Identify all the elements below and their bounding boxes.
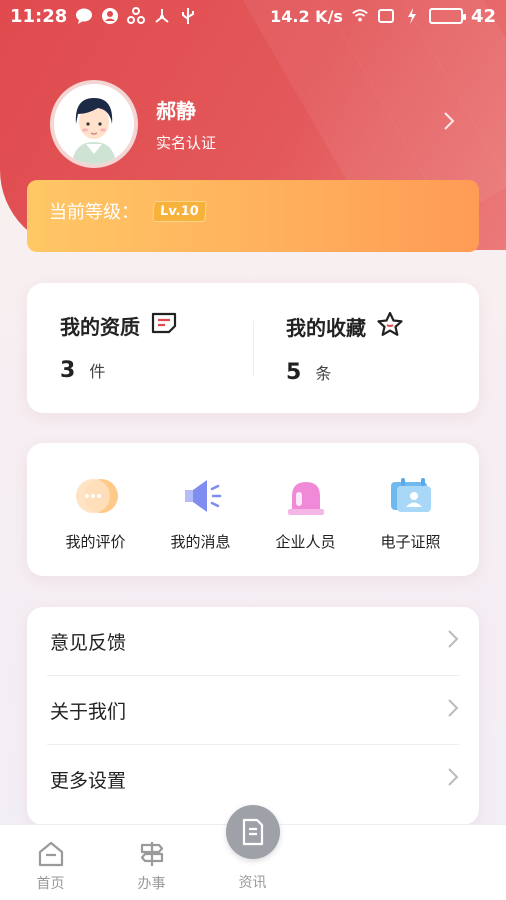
my-qualification[interactable]: 我的资质 3 件 bbox=[27, 283, 253, 413]
charging-icon bbox=[403, 7, 421, 25]
stats-card: 我的资质 3 件 我的收藏 5 条 bbox=[27, 283, 479, 413]
level-badge: Lv.10 bbox=[152, 200, 207, 222]
hotspot-icon bbox=[153, 7, 171, 25]
user-icon bbox=[101, 7, 119, 25]
wifi-icon bbox=[351, 7, 369, 25]
tab-news[interactable]: 资讯 bbox=[202, 805, 303, 900]
verification-status: 实名认证 bbox=[156, 134, 217, 152]
menu-feedback[interactable]: 意见反馈 bbox=[47, 607, 459, 676]
chevron-right-icon bbox=[447, 767, 459, 792]
usb-icon bbox=[179, 7, 197, 25]
quick-actions-card: 我的评价 我的消息 企业人员 电子证照 bbox=[27, 443, 479, 576]
share-icon bbox=[127, 7, 146, 25]
alarm-icon bbox=[281, 471, 331, 521]
menu-about-us[interactable]: 关于我们 bbox=[47, 676, 459, 745]
quick-enterprise-staff[interactable]: 企业人员 bbox=[256, 443, 356, 576]
screen-icon bbox=[377, 7, 395, 25]
quick-my-reviews[interactable]: 我的评价 bbox=[46, 443, 146, 576]
qualification-count: 3 bbox=[60, 358, 76, 383]
user-name: 郝静 bbox=[156, 99, 196, 123]
menu-label: 更多设置 bbox=[50, 770, 127, 792]
note-icon bbox=[150, 311, 178, 340]
level-label: 当前等级： bbox=[49, 202, 139, 223]
chevron-right-icon bbox=[447, 629, 459, 654]
battery-icon bbox=[428, 8, 466, 24]
settings-menu-card: 意见反馈 关于我们 更多设置 bbox=[27, 607, 479, 825]
quick-label: 我的评价 bbox=[65, 533, 126, 551]
qualification-unit: 件 bbox=[89, 362, 106, 381]
home-icon bbox=[36, 839, 66, 869]
menu-label: 关于我们 bbox=[50, 700, 127, 723]
quick-label: 我的消息 bbox=[170, 533, 231, 551]
profile-section[interactable]: 郝静 实名认证 bbox=[50, 80, 216, 168]
bottom-tab-bar: 首页 办事 资讯 bbox=[0, 805, 506, 900]
favorites-count: 5 bbox=[286, 360, 302, 385]
quick-label: 企业人员 bbox=[275, 533, 336, 551]
level-bar: 当前等级： Lv.10 bbox=[27, 180, 479, 252]
status-bar: 11:28 14.2 K/s 42 bbox=[0, 0, 506, 32]
avatar[interactable] bbox=[50, 80, 138, 168]
tab-affairs[interactable]: 办事 bbox=[101, 825, 202, 900]
certificate-icon bbox=[386, 471, 436, 521]
news-icon bbox=[225, 805, 280, 859]
megaphone-icon bbox=[176, 471, 226, 521]
tab-label: 资讯 bbox=[238, 875, 267, 891]
quick-e-certificate[interactable]: 电子证照 bbox=[361, 443, 461, 576]
favorites-title: 我的收藏 bbox=[286, 316, 366, 340]
battery-level: 42 bbox=[470, 5, 496, 27]
message-icon bbox=[75, 7, 93, 25]
tab-label: 办事 bbox=[137, 876, 166, 892]
menu-label: 意见反馈 bbox=[50, 631, 127, 654]
favorites-unit: 条 bbox=[315, 364, 332, 383]
qualification-title: 我的资质 bbox=[60, 315, 140, 339]
chat-bubble-icon bbox=[71, 471, 121, 521]
chevron-right-icon bbox=[447, 698, 459, 723]
star-icon bbox=[376, 311, 404, 342]
menu-more-settings[interactable]: 更多设置 bbox=[47, 745, 459, 814]
net-speed: 14.2 K/s bbox=[270, 6, 343, 26]
status-time: 11:28 bbox=[10, 5, 68, 27]
profile-chevron-right-icon[interactable] bbox=[442, 110, 456, 138]
tab-label: 首页 bbox=[36, 876, 65, 892]
my-favorites[interactable]: 我的收藏 5 条 bbox=[253, 283, 479, 413]
tab-home[interactable]: 首页 bbox=[0, 825, 101, 900]
quick-my-messages[interactable]: 我的消息 bbox=[151, 443, 251, 576]
quick-label: 电子证照 bbox=[380, 533, 441, 551]
signpost-icon bbox=[137, 839, 167, 869]
